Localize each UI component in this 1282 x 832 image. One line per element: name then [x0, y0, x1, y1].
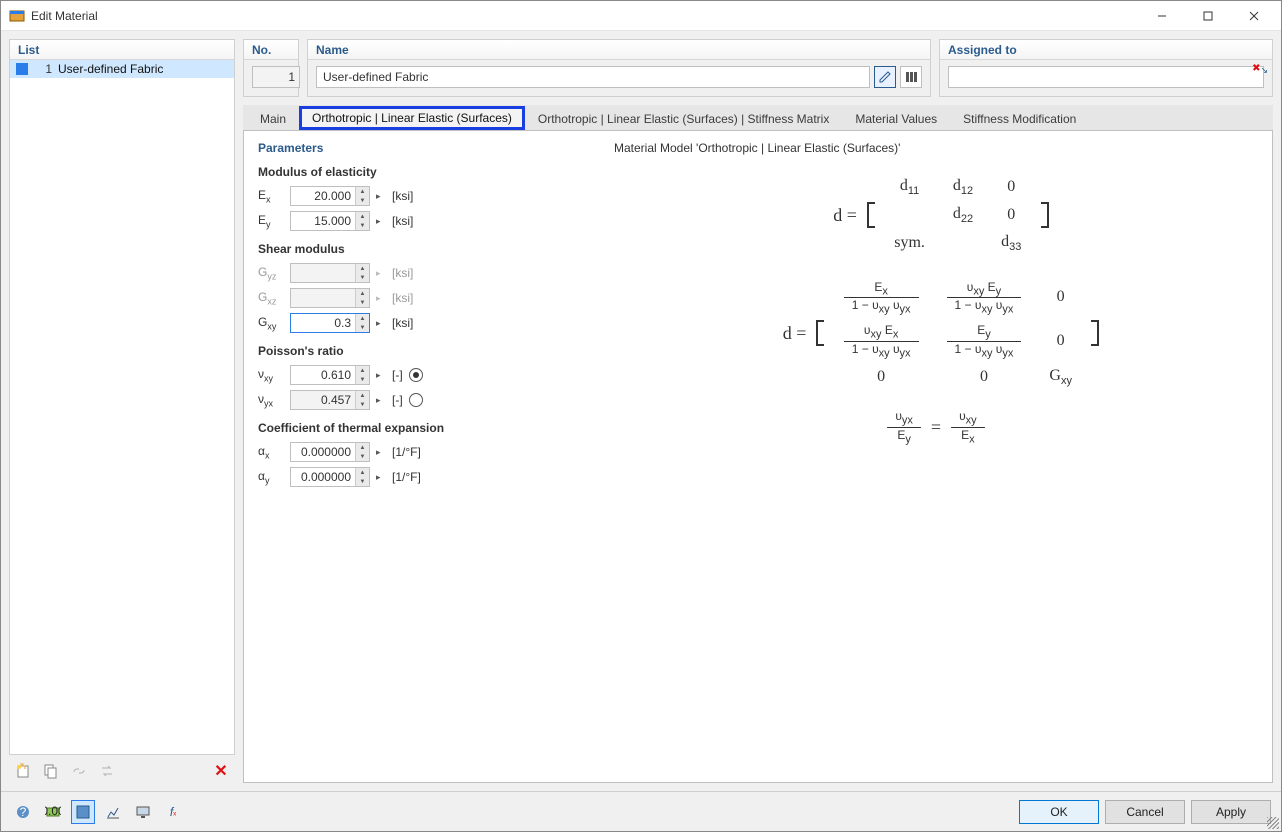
list-item[interactable]: 1 User-defined Fabric [10, 60, 234, 78]
apply-button[interactable]: Apply [1191, 800, 1271, 824]
vyx-unit: [-] [392, 393, 403, 407]
modulus-heading: Modulus of elasticity [258, 165, 598, 179]
Ex-input[interactable] [291, 189, 355, 203]
link-button[interactable] [67, 759, 91, 783]
Ex-label: Ex [258, 188, 284, 204]
vyx-radio[interactable] [409, 393, 423, 407]
ax-input[interactable] [291, 445, 355, 459]
Gxy-unit: [ksi] [392, 316, 413, 330]
vxy-input[interactable] [291, 368, 355, 382]
window-title: Edit Material [31, 9, 98, 23]
Gxz-spinner: ▲▼ [290, 288, 370, 308]
Gyz-spinner: ▲▼ [290, 263, 370, 283]
ay-unit: [1/°F] [392, 470, 421, 484]
ok-button[interactable]: OK [1019, 800, 1099, 824]
swap-button[interactable] [95, 759, 119, 783]
svg-text:?: ? [20, 805, 27, 819]
tab-orthotropic[interactable]: Orthotropic | Linear Elastic (Surfaces) [299, 106, 525, 130]
Gyz-input [291, 266, 355, 280]
resize-grip-icon[interactable] [1267, 817, 1279, 829]
ay-spinner[interactable]: ▲▼ [290, 467, 370, 487]
ax-unit: [1/°F] [392, 445, 421, 459]
play-icon[interactable]: ▸ [376, 191, 386, 202]
ax-spinner[interactable]: ▲▼ [290, 442, 370, 462]
ax-label: αx [258, 444, 284, 460]
Ey-spinner[interactable]: ▲▼ [290, 211, 370, 231]
app-icon [9, 8, 25, 24]
shear-heading: Shear modulus [258, 242, 598, 256]
Gxy-spinner[interactable]: ▲▼ [290, 313, 370, 333]
play-icon: ▸ [376, 293, 386, 304]
view-button[interactable] [71, 800, 95, 824]
cancel-button[interactable]: Cancel [1105, 800, 1185, 824]
play-icon[interactable]: ▸ [376, 216, 386, 227]
play-icon: ▸ [376, 268, 386, 279]
Ex-unit: [ksi] [392, 189, 413, 203]
play-icon[interactable]: ▸ [376, 395, 386, 406]
tab-bar: Main Orthotropic | Linear Elastic (Surfa… [243, 105, 1273, 131]
copy-button[interactable] [39, 759, 63, 783]
play-icon[interactable]: ▸ [376, 318, 386, 329]
play-icon[interactable]: ▸ [376, 370, 386, 381]
vxy-label: νxy [258, 367, 284, 383]
tab-stiffness-modification[interactable]: Stiffness Modification [950, 107, 1089, 130]
Gxy-input[interactable] [291, 316, 355, 330]
vxy-spinner[interactable]: ▲▼ [290, 365, 370, 385]
ay-label: αy [258, 469, 284, 485]
graph-button[interactable] [101, 800, 125, 824]
tab-main[interactable]: Main [247, 107, 299, 130]
play-icon[interactable]: ▸ [376, 447, 386, 458]
screen-button[interactable] [131, 800, 155, 824]
play-icon[interactable]: ▸ [376, 472, 386, 483]
delete-button[interactable]: ✕ [209, 759, 233, 783]
matrix-display: d = d11d120 d220 sym.d33 d = [614, 173, 1258, 445]
formula-button[interactable]: fₓ [161, 800, 185, 824]
Ex-spinner[interactable]: ▲▼ [290, 186, 370, 206]
name-input[interactable] [316, 66, 870, 88]
list-item-number: 1 [34, 62, 52, 76]
Ey-unit: [ksi] [392, 214, 413, 228]
assigned-label: Assigned to [940, 40, 1272, 60]
Ey-input[interactable] [291, 214, 355, 228]
library-button[interactable] [900, 66, 922, 88]
name-label: Name [308, 40, 930, 60]
list-header: List [10, 40, 234, 60]
new-button[interactable] [11, 759, 35, 783]
units-button[interactable]: 0.00 [41, 800, 65, 824]
ay-input[interactable] [291, 470, 355, 484]
assigned-input[interactable] [948, 66, 1264, 88]
vyx-input[interactable] [291, 393, 355, 407]
Gxy-label: Gxy [258, 315, 284, 331]
maximize-button[interactable] [1185, 1, 1231, 31]
svg-text:0.00: 0.00 [45, 804, 61, 818]
vyx-label: νyx [258, 392, 284, 408]
list-item-label: User-defined Fabric [52, 62, 163, 76]
vxy-radio[interactable] [409, 368, 423, 382]
tab-material-values[interactable]: Material Values [842, 107, 950, 130]
vyx-spinner[interactable]: ▲▼ [290, 390, 370, 410]
edit-name-button[interactable] [874, 66, 896, 88]
close-button[interactable] [1231, 1, 1277, 31]
minimize-button[interactable] [1139, 1, 1185, 31]
tab-orthotropic-stiffness[interactable]: Orthotropic | Linear Elastic (Surfaces) … [525, 107, 842, 130]
Gyz-unit: [ksi] [392, 266, 413, 280]
Ey-label: Ey [258, 213, 284, 229]
Gxz-label: Gxz [258, 290, 284, 306]
material-list[interactable]: 1 User-defined Fabric [10, 60, 234, 754]
assigned-pick-icon[interactable]: ✖↘ [1252, 63, 1268, 74]
no-label: No. [244, 40, 298, 60]
parameters-title: Parameters [258, 141, 598, 155]
vxy-unit: [-] [392, 368, 403, 382]
Gxz-input [291, 291, 355, 305]
Gxz-unit: [ksi] [392, 291, 413, 305]
help-button[interactable]: ? [11, 800, 35, 824]
color-swatch-icon [16, 63, 28, 75]
poisson-heading: Poisson's ratio [258, 344, 598, 358]
thermal-heading: Coefficient of thermal expansion [258, 421, 598, 435]
number-input[interactable] [252, 66, 300, 88]
model-title: Material Model 'Orthotropic | Linear Ela… [614, 141, 1258, 155]
Gyz-label: Gyz [258, 265, 284, 281]
